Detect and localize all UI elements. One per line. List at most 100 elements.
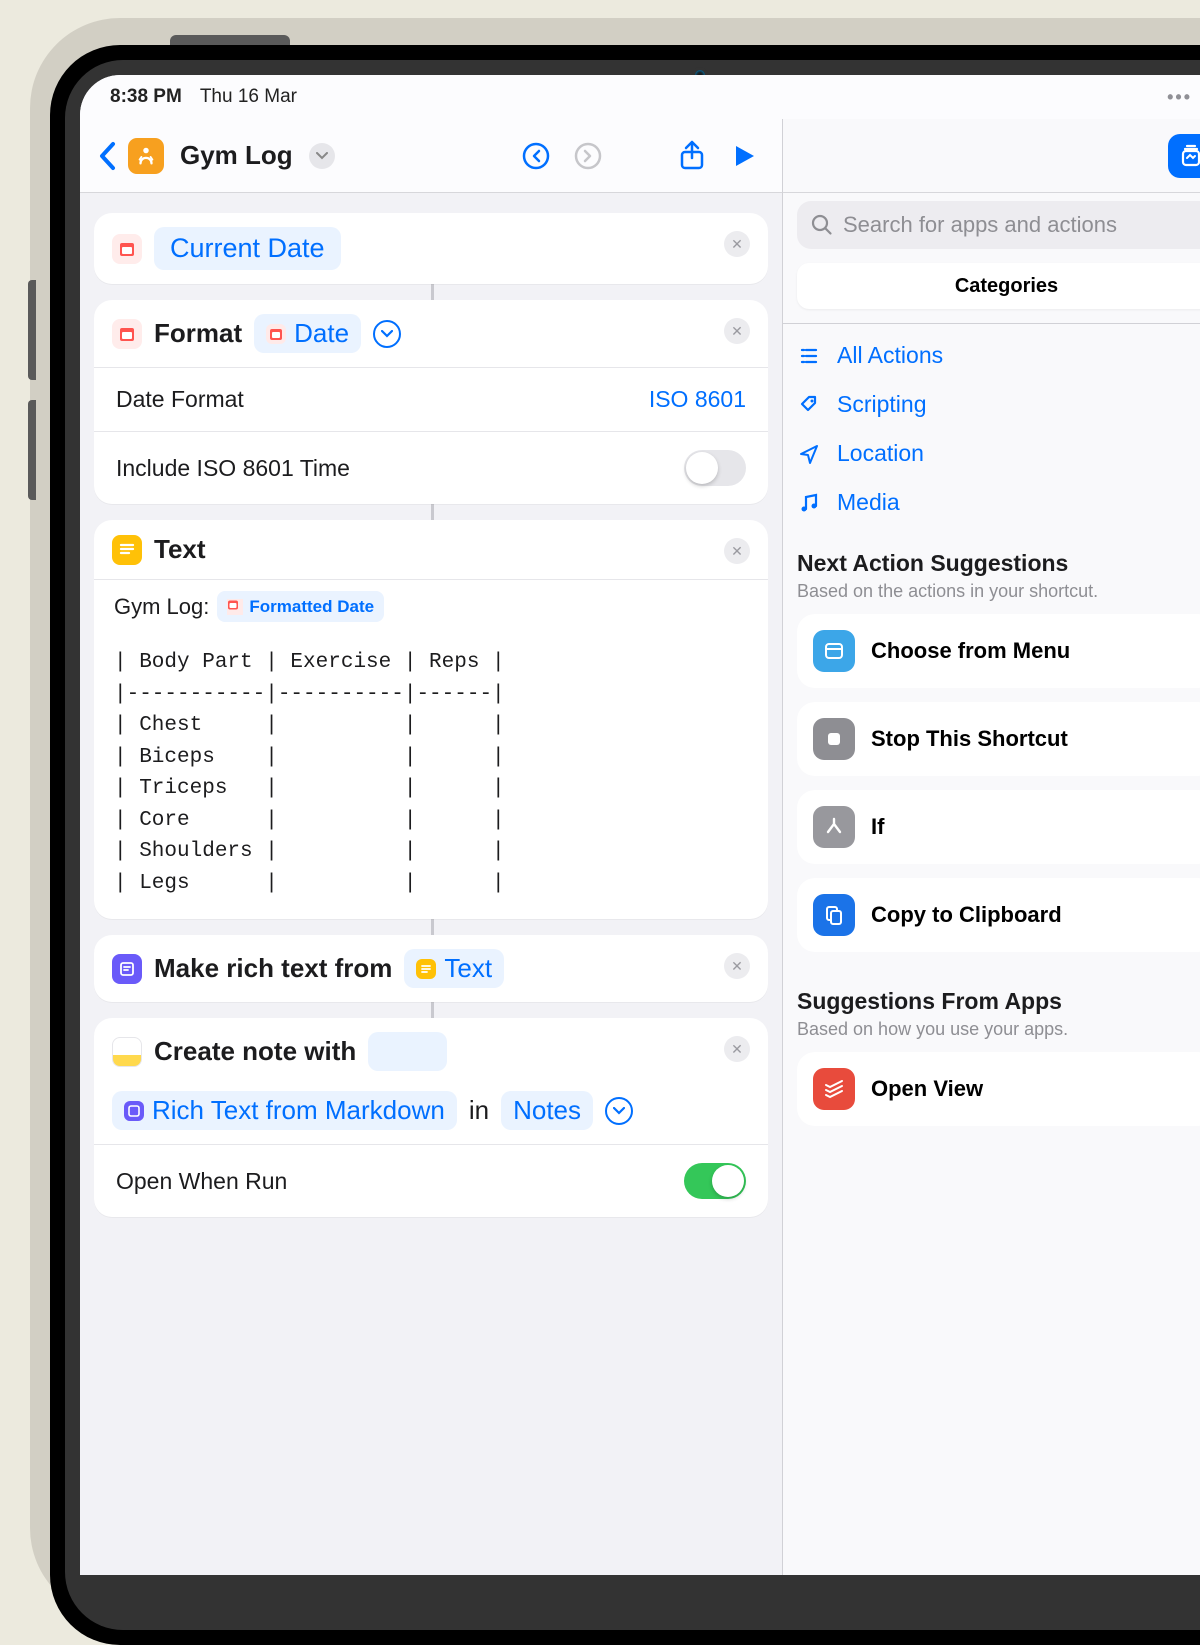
delete-action-button[interactable]: ✕ xyxy=(724,1036,750,1062)
sidebar-toolbar xyxy=(782,119,1200,193)
formatted-date-token[interactable]: Formatted Date xyxy=(217,591,384,623)
suggestion-if[interactable]: If xyxy=(797,790,1200,864)
richtext-micro-icon xyxy=(124,1101,144,1121)
calendar-icon xyxy=(112,319,142,349)
branch-icon xyxy=(813,806,855,848)
back-button[interactable] xyxy=(98,141,116,171)
open-when-run-option: Open When Run xyxy=(94,1145,768,1217)
variable-text-token[interactable]: Text xyxy=(404,949,504,988)
action-format-date[interactable]: Format Date ✕ Dat xyxy=(94,300,768,504)
multitask-dots[interactable]: ••• xyxy=(1167,87,1192,108)
search-placeholder: Search for apps and actions xyxy=(843,212,1117,238)
action-create-note[interactable]: Create note with Rich Text from Markdown… xyxy=(94,1018,768,1217)
editor-canvas: Current Date ✕ Format xyxy=(80,193,782,1575)
suggestion-label: Open View xyxy=(871,1076,983,1102)
delete-action-button[interactable]: ✕ xyxy=(724,953,750,979)
suggestion-label: If xyxy=(871,814,884,840)
calendar-icon xyxy=(112,234,142,264)
volume-down-button[interactable] xyxy=(28,400,36,500)
variable-richtext-token[interactable]: Rich Text from Markdown xyxy=(112,1091,457,1130)
status-time: 8:38 PM xyxy=(110,86,182,108)
sidebar-item-label: Scripting xyxy=(837,391,926,418)
shortcut-title[interactable]: Gym Log xyxy=(180,140,293,171)
status-bar: 8:38 PM Thu 16 Mar ••• xyxy=(80,75,1200,119)
suggestion-open-view[interactable]: Open View xyxy=(797,1052,1200,1126)
calendar-micro-icon xyxy=(227,599,243,615)
sidebar-item-location[interactable]: Location xyxy=(797,440,1200,467)
todoist-icon xyxy=(813,1068,855,1110)
next-suggestions-heading: Next Action Suggestions xyxy=(797,550,1200,577)
search-input[interactable]: Search for apps and actions xyxy=(797,201,1200,249)
option-label: Date Format xyxy=(116,386,244,413)
suggestion-choose-from-menu[interactable]: Choose from Menu xyxy=(797,614,1200,688)
option-label: Include ISO 8601 Time xyxy=(116,455,350,482)
sidebar-item-label: Media xyxy=(837,489,900,516)
stop-icon xyxy=(813,718,855,760)
text-content-field[interactable]: Gym Log: Formatted Date | Body Part | Ex… xyxy=(94,580,768,919)
richtext-icon xyxy=(112,954,142,984)
sidebar-item-scripting[interactable]: Scripting xyxy=(797,391,1200,418)
notes-app-icon xyxy=(112,1037,142,1067)
sidebar-item-label: Location xyxy=(837,440,924,467)
action-label: Make rich text from xyxy=(154,953,392,984)
suggestion-label: Copy to Clipboard xyxy=(871,902,1062,928)
delete-action-button[interactable]: ✕ xyxy=(724,318,750,344)
variable-date-token[interactable]: Date xyxy=(254,314,361,353)
tag-icon xyxy=(797,394,821,416)
segment-categories[interactable]: Categories xyxy=(797,263,1200,309)
action-text[interactable]: Text ✕ Gym Log: Formatted Date xyxy=(94,520,768,919)
status-date: Thu 16 Mar xyxy=(200,86,297,108)
suggestion-label: Choose from Menu xyxy=(871,638,1070,664)
open-when-run-toggle[interactable] xyxy=(684,1163,746,1199)
redo-button[interactable] xyxy=(568,136,608,176)
text-micro-icon xyxy=(416,959,436,979)
copy-icon xyxy=(813,894,855,936)
action-label: Create note with xyxy=(154,1036,356,1067)
menu-icon xyxy=(813,630,855,672)
suggestion-copy-clipboard[interactable]: Copy to Clipboard xyxy=(797,878,1200,952)
library-button[interactable] xyxy=(1168,134,1200,178)
sidebar-item-label: All Actions xyxy=(837,342,943,369)
markdown-table[interactable]: | Body Part | Exercise | Reps | |-------… xyxy=(114,647,748,899)
editor-toolbar: Gym Log xyxy=(80,119,782,193)
list-icon xyxy=(797,345,821,367)
action-make-rich-text[interactable]: Make rich text from Text ✕ xyxy=(94,935,768,1002)
action-current-date[interactable]: Current Date ✕ xyxy=(94,213,768,284)
in-label: in xyxy=(469,1095,489,1126)
option-label: Open When Run xyxy=(116,1168,287,1195)
action-label: Format xyxy=(154,318,242,349)
shortcut-icon xyxy=(128,138,164,174)
expand-options-button[interactable] xyxy=(373,320,401,348)
suggestion-label: Stop This Shortcut xyxy=(871,726,1068,752)
text-icon xyxy=(112,535,142,565)
delete-action-button[interactable]: ✕ xyxy=(724,538,750,564)
location-icon xyxy=(797,443,821,465)
title-menu-button[interactable] xyxy=(309,143,335,169)
sidebar-item-media[interactable]: Media xyxy=(797,489,1200,516)
next-suggestions-subtitle: Based on the actions in your shortcut. xyxy=(797,581,1200,602)
apps-suggestions-subtitle: Based on how you use your apps. xyxy=(797,1019,1200,1040)
text-prefix: Gym Log: xyxy=(114,590,209,623)
date-format-option[interactable]: Date Format ISO 8601 xyxy=(94,368,768,431)
actions-sidebar: Search for apps and actions Categories A… xyxy=(782,193,1200,1575)
screen: 8:38 PM Thu 16 Mar ••• Gym Log xyxy=(80,75,1200,1575)
expand-options-button[interactable] xyxy=(605,1097,633,1125)
suggestion-stop-shortcut[interactable]: Stop This Shortcut xyxy=(797,702,1200,776)
include-time-toggle[interactable] xyxy=(684,450,746,486)
delete-action-button[interactable]: ✕ xyxy=(724,231,750,257)
option-value[interactable]: ISO 8601 xyxy=(649,386,746,413)
include-time-option: Include ISO 8601 Time xyxy=(94,432,768,504)
sidebar-item-all-actions[interactable]: All Actions xyxy=(797,342,1200,369)
token-current-date[interactable]: Current Date xyxy=(154,227,341,270)
run-button[interactable] xyxy=(724,136,764,176)
empty-param-token[interactable] xyxy=(368,1032,447,1071)
device-frame: 8:38 PM Thu 16 Mar ••• Gym Log xyxy=(50,45,1200,1645)
search-icon xyxy=(811,214,833,236)
music-icon xyxy=(797,492,821,514)
volume-up-button[interactable] xyxy=(28,280,36,380)
undo-button[interactable] xyxy=(516,136,556,176)
share-button[interactable] xyxy=(672,136,712,176)
calendar-micro-icon xyxy=(266,324,286,344)
destination-token[interactable]: Notes xyxy=(501,1091,593,1130)
apps-suggestions-heading: Suggestions From Apps xyxy=(797,988,1200,1015)
